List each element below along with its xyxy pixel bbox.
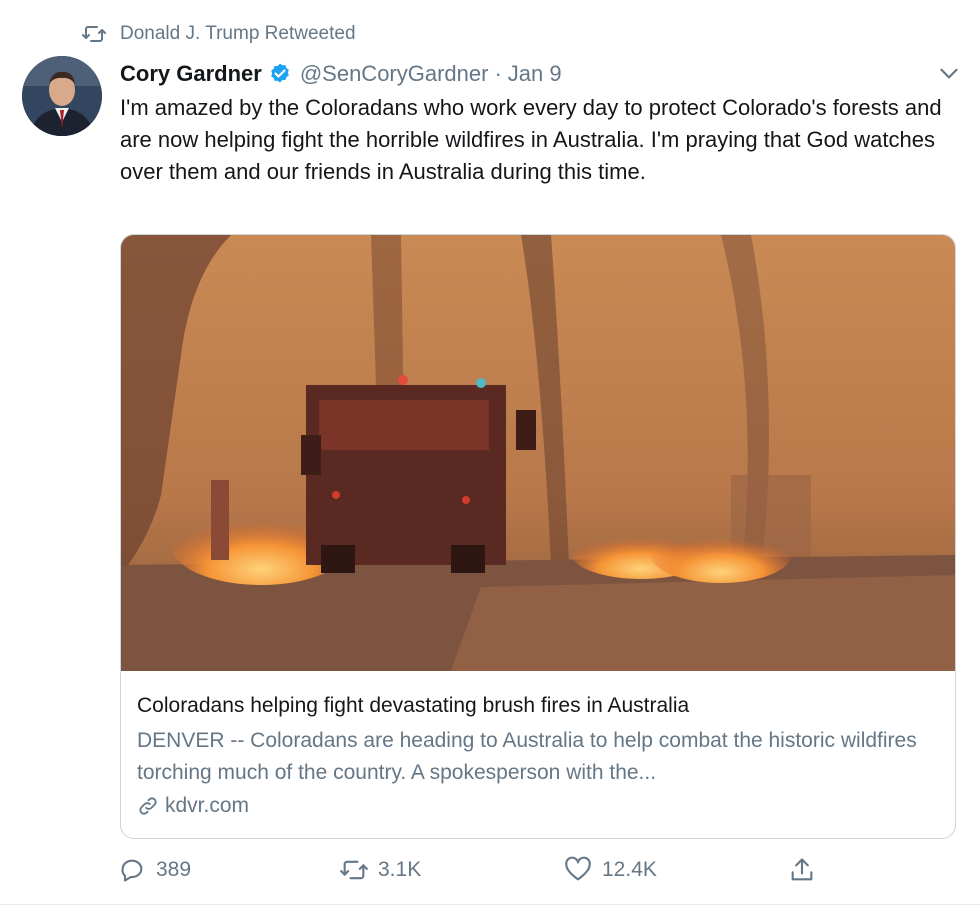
header-separator: · — [494, 61, 502, 86]
tweet-text: I'm amazed by the Coloradans who work ev… — [120, 95, 942, 184]
link-icon — [139, 797, 157, 815]
verified-badge-icon — [271, 63, 289, 83]
share-button[interactable] — [788, 856, 816, 884]
like-count: 12.4K — [602, 858, 657, 881]
like-button[interactable]: 12.4K — [564, 856, 657, 884]
reply-icon — [121, 859, 143, 882]
card-domain-label: kdvr.com — [165, 794, 250, 817]
divider — [0, 904, 980, 905]
retweet-context: Donald J. Trump Retweeted — [82, 20, 356, 48]
card-description: DENVER -- Coloradans are heading to Aust… — [137, 729, 917, 784]
author-name[interactable]: Cory Gardner — [120, 61, 262, 87]
tweet-date[interactable]: Jan 9 — [508, 61, 562, 87]
card-image — [121, 235, 955, 671]
tweet-header: Cory Gardner @SenCoryGardner · Jan 9 — [120, 58, 960, 90]
retweet-icon — [340, 860, 368, 880]
link-card[interactable]: Coloradans helping fight devastating bru… — [120, 234, 956, 839]
heart-icon — [565, 856, 591, 881]
reply-count: 389 — [156, 858, 192, 881]
avatar[interactable] — [22, 56, 102, 136]
author-handle[interactable]: @SenCoryGardner — [300, 61, 489, 87]
retweet-label[interactable]: Donald J. Trump Retweeted — [120, 23, 356, 45]
retweet-button[interactable]: 3.1K — [340, 856, 421, 884]
retweet-count: 3.1K — [378, 858, 422, 881]
avatar-image — [22, 56, 102, 136]
share-icon — [791, 858, 813, 881]
tweet-actions: 389 3.1K 12.4K — [118, 852, 838, 888]
card-title: Coloradans helping fight devastating bru… — [137, 694, 690, 717]
retweet-icon — [82, 26, 106, 42]
reply-button[interactable]: 389 — [118, 856, 191, 884]
chevron-down-icon[interactable] — [936, 60, 962, 86]
card-body: Coloradans helping fight devastating bru… — [137, 687, 941, 821]
card-domain: kdvr.com — [137, 791, 941, 821]
